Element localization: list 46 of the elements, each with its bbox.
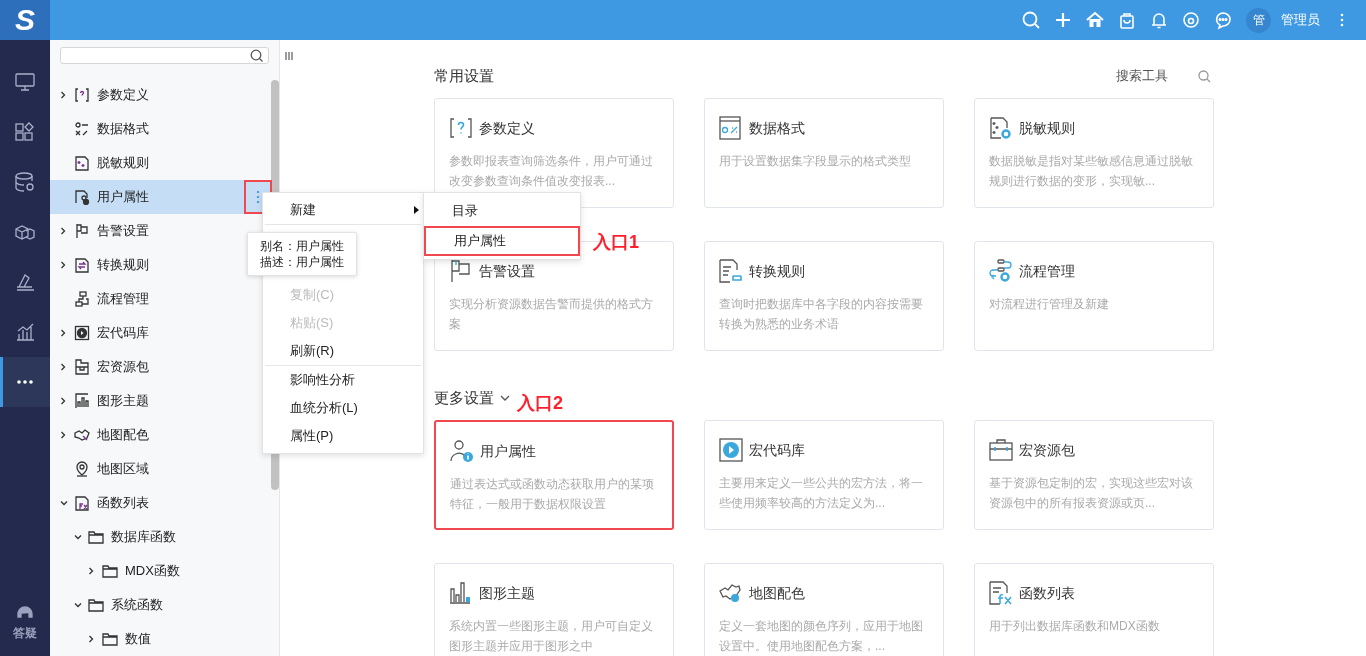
- card-description: 主要用来定义一些公共的宏方法，将一些使用频率较高的方法定义为...: [719, 475, 924, 512]
- card-description: 数据脱敏是指对某些敏感信息通过脱敏规则进行数据的变形，实现敏...: [989, 153, 1194, 190]
- tree-item-label: 地图配色: [97, 426, 149, 445]
- tree-item-label: 告警设置: [97, 222, 149, 241]
- card-description: 对流程进行管理及新建: [989, 296, 1110, 313]
- card-description: 定义一套地图的颜色序列，应用于地图设置中。使用地图配色方案，...: [719, 618, 924, 655]
- card-title: 图形主题: [479, 583, 535, 603]
- tree-item-label: 图形主题: [97, 392, 149, 411]
- card-description: 实现分析资源数据告警而提供的格式方案: [449, 296, 654, 333]
- tree-item-label: 用户属性: [97, 188, 149, 207]
- tree-item-label: 数值: [125, 630, 151, 649]
- tree-item-label: 参数定义: [97, 86, 149, 105]
- card-description: 用于列出数据库函数和MDX函数: [989, 618, 1161, 635]
- card-title: 告警设置: [479, 261, 535, 281]
- tree-item-label: 数据库函数: [111, 528, 176, 547]
- tree-item-label: 流程管理: [97, 290, 149, 309]
- tree-item-label: 函数列表: [97, 494, 149, 513]
- tree-item-label: 转换规则: [97, 256, 149, 275]
- card-description: 查询时把数据库中各字段的内容按需要转换为熟悉的业务术语: [719, 296, 924, 333]
- tree-item-label: 系统函数: [111, 596, 163, 615]
- tree-item-label: MDX函数: [125, 562, 180, 581]
- card-title: 宏资源包: [1019, 440, 1075, 460]
- card-title: 宏代码库: [749, 440, 805, 460]
- tooltip-text: 别名：用户属性: [260, 238, 344, 254]
- card-title: 用户属性: [480, 441, 536, 461]
- card-description: 基于资源包定制的宏，实现这些宏对该资源包中的所有报表资源或页...: [989, 475, 1194, 512]
- section-title: 更多设置: [434, 387, 494, 408]
- card-title: 地图配色: [749, 583, 805, 603]
- tooltip-text: 描述：用户属性: [260, 254, 344, 270]
- tree-item-label: 宏代码库: [97, 324, 149, 343]
- card-title: 函数列表: [1019, 583, 1075, 603]
- tree-item-label: 宏资源包: [97, 358, 149, 377]
- card-title: 转换规则: [749, 261, 805, 281]
- tree-item-label: 数据格式: [97, 120, 149, 139]
- annotation-label: 入口2: [517, 391, 563, 415]
- card-title: 脱敏规则: [1019, 118, 1075, 138]
- card-title: 参数定义: [479, 118, 535, 138]
- card-title: 数据格式: [749, 118, 805, 138]
- card-description: 通过表达式或函数动态获取用户的某项特征，一般用于数据权限设置: [450, 476, 655, 513]
- card-description: 参数即报表查询筛选条件，用户可通过改变参数查询条件值改变报表...: [449, 153, 654, 190]
- card-description: 系统内置一些图形主题，用户可自定义图形主题并应用于图形之中: [449, 618, 654, 655]
- tree-item-label: 地图区域: [97, 460, 149, 479]
- card-description: 用于设置数据集字段显示的格式类型: [719, 153, 912, 170]
- tree-item-label: 脱敏规则: [97, 154, 149, 173]
- card-title: 流程管理: [1019, 261, 1075, 281]
- section-title: 常用设置: [434, 65, 494, 86]
